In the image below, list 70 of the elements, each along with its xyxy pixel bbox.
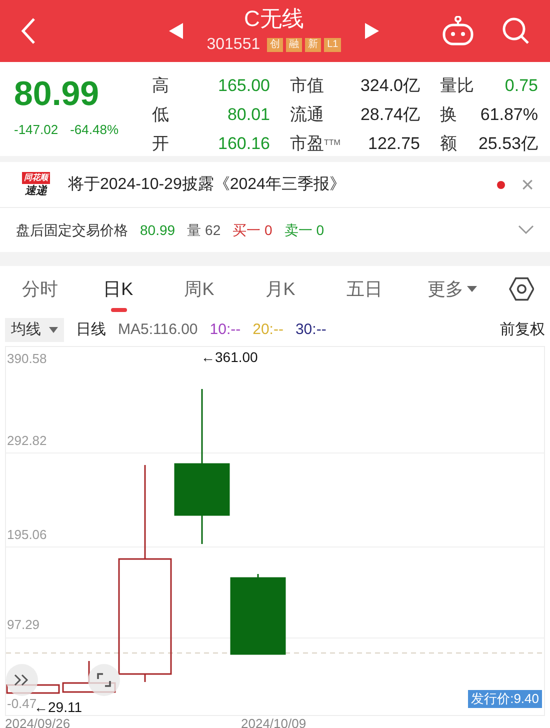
high-marker: ←361.00 xyxy=(201,348,258,367)
tag: 新 xyxy=(305,38,322,52)
ma-value: 10:-- xyxy=(210,320,241,340)
chart-tab[interactable]: 日K xyxy=(103,266,184,312)
ma-value: 20:-- xyxy=(252,320,284,340)
double-chevron-icon xyxy=(14,674,30,686)
fullscreen-icon xyxy=(97,673,111,687)
ma-value: MA5:116.00 xyxy=(118,320,198,340)
caret-icon xyxy=(49,327,58,333)
price-axis-label: 195.06 xyxy=(7,526,47,544)
stat-value: 0.75 xyxy=(504,74,538,97)
adjust-mode[interactable]: 前复权 xyxy=(500,318,545,342)
chart-tab[interactable]: 周K xyxy=(184,266,266,312)
price-axis-label: 292.82 xyxy=(7,432,47,450)
ma-value: 30:-- xyxy=(295,320,326,340)
issue-price-badge: 发行价:9.40 xyxy=(468,690,542,708)
stat-label: 量比 xyxy=(440,74,474,97)
ask-text: 卖一 0 xyxy=(284,220,325,240)
chart-tab[interactable]: 月K xyxy=(265,266,346,312)
scroll-button[interactable] xyxy=(6,664,38,696)
stat-value: 25.53亿 xyxy=(478,132,538,155)
robot-icon[interactable] xyxy=(442,16,474,46)
expand-icon[interactable] xyxy=(518,225,534,235)
line-type: 日线 xyxy=(76,320,106,340)
price-axis-label: 97.29 xyxy=(7,616,40,634)
bid-text: 买一 0 xyxy=(232,220,272,240)
chart-tab[interactable]: 五日 xyxy=(346,266,428,312)
news-logo: 同花顺 速递 xyxy=(21,172,51,198)
stat-value: 160.16 xyxy=(218,132,270,155)
stat-label: 流通 xyxy=(290,104,324,126)
tag: L1 xyxy=(324,38,342,52)
previous-icon[interactable] xyxy=(168,23,183,39)
after-hours-label: 盘后固定交易价格 xyxy=(16,220,128,240)
tag: 融 xyxy=(286,38,302,52)
date-label: 2024/09/26 xyxy=(5,716,72,728)
chart-tab[interactable]: 更多 xyxy=(427,266,509,312)
stat-value: 80.01 xyxy=(227,104,270,126)
tag: 创 xyxy=(267,38,284,52)
settings-icon[interactable] xyxy=(508,276,534,302)
tab-indicator xyxy=(111,308,128,312)
stat-value: 324.0亿 xyxy=(360,74,420,97)
stock-code: 301551 xyxy=(206,35,260,55)
current-price: 80.99 xyxy=(14,74,100,115)
back-icon[interactable] xyxy=(20,17,36,45)
news-text[interactable]: 将于2024-10-29披露《2024年三季报》 xyxy=(68,172,498,196)
date-label: 2024/10/09 xyxy=(241,716,306,728)
indicator-dropdown[interactable]: 均线 xyxy=(5,318,64,342)
stat-value: 28.74亿 xyxy=(360,104,420,126)
fullscreen-button[interactable] xyxy=(88,664,120,696)
stat-label: 额 xyxy=(440,132,457,155)
stat-value: 122.75 xyxy=(368,132,420,155)
after-hours-price: 80.99 xyxy=(140,220,176,240)
stat-label: 高 xyxy=(152,74,169,97)
stat-label: 市值 xyxy=(290,74,324,97)
stat-label: 换 xyxy=(440,104,457,126)
stat-label: 低 xyxy=(152,104,169,126)
price-axis-label: 390.58 xyxy=(7,350,47,368)
price-change: -147.02 xyxy=(14,121,58,139)
stat-label: 开 xyxy=(152,132,169,155)
stat-label: 市盈$^{TTM}$ xyxy=(290,132,340,155)
stat-value: 165.00 xyxy=(218,74,270,97)
search-icon[interactable] xyxy=(502,17,530,45)
stat-value: 61.87% xyxy=(480,104,538,126)
volume-label: 量 xyxy=(187,220,202,240)
change-percent: -64.48% xyxy=(70,121,119,139)
next-icon[interactable] xyxy=(365,23,380,39)
volume-value: 62 xyxy=(205,220,221,240)
price-axis-label: -0.47 xyxy=(7,695,37,711)
chart-tab[interactable]: 分时 xyxy=(22,266,104,312)
stock-name: C无线 xyxy=(244,5,304,33)
